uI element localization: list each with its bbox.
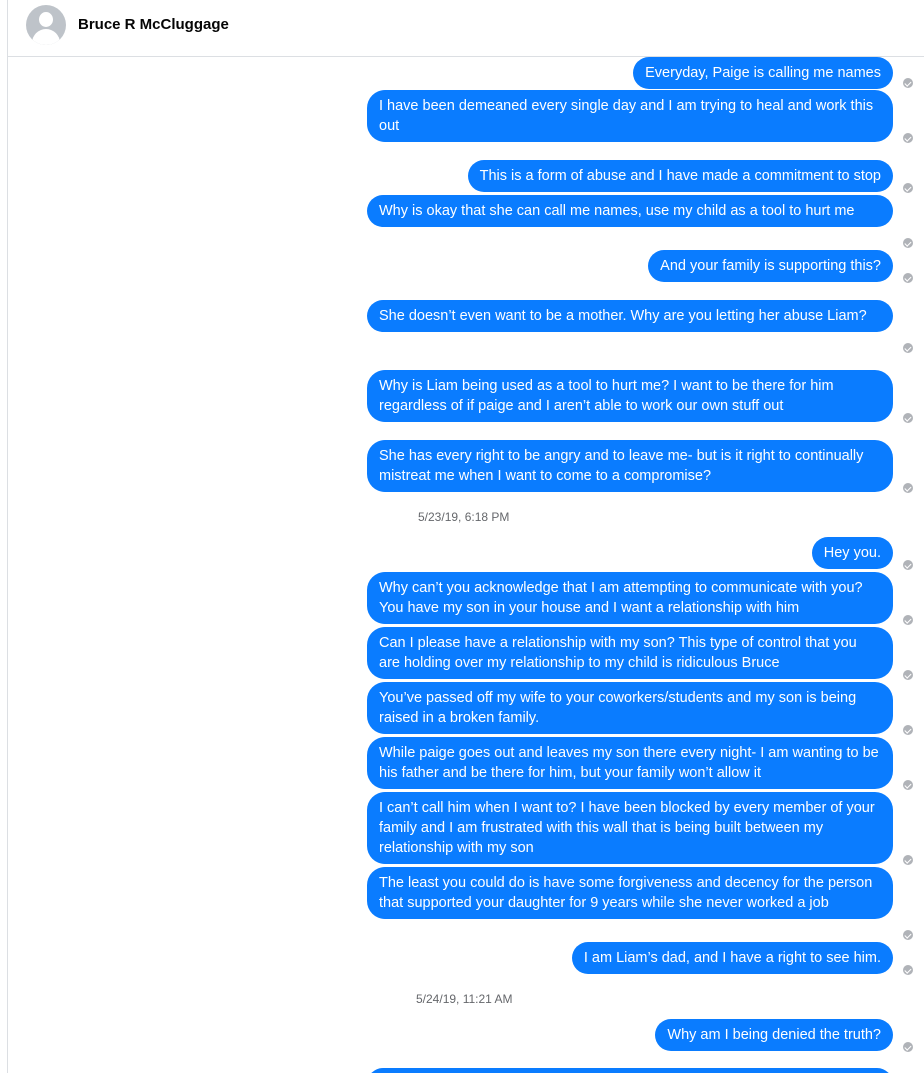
contact-name[interactable]: Bruce R McCluggage xyxy=(78,16,229,33)
seen-check-icon xyxy=(903,183,913,193)
seen-check-icon xyxy=(903,1042,913,1052)
seen-check-icon xyxy=(903,965,913,975)
message-bubble[interactable]: Why is okay that she can call me names, … xyxy=(367,195,893,227)
message-bubble[interactable]: Can I please have a relationship with my… xyxy=(367,627,893,679)
seen-check-icon xyxy=(903,725,913,735)
message-bubble[interactable]: Why am I being denied the truth? xyxy=(655,1019,893,1051)
seen-check-icon xyxy=(903,780,913,790)
seen-check-icon xyxy=(903,78,913,88)
conversation-header: Bruce R McCluggage xyxy=(8,0,924,57)
message-bubble[interactable]: Everyday, Paige is calling me names xyxy=(633,57,893,89)
seen-check-icon xyxy=(903,238,913,248)
message-bubble[interactable]: Hey you. xyxy=(811,537,893,569)
seen-check-icon xyxy=(903,670,913,680)
message-bubble[interactable]: While paige goes out and leaves my son t… xyxy=(367,737,893,789)
message-bubble[interactable]: She doesn’t even want to be a mother. Wh… xyxy=(367,300,893,332)
contact-avatar[interactable] xyxy=(26,5,66,45)
seen-check-icon xyxy=(903,133,913,143)
message-bubble-partial[interactable] xyxy=(367,1068,893,1073)
avatar-placeholder-icon xyxy=(39,12,53,27)
seen-check-icon xyxy=(903,615,913,625)
seen-check-icon xyxy=(903,930,913,940)
seen-check-icon xyxy=(903,273,913,283)
message-bubble[interactable]: This is a form of abuse and I have made … xyxy=(467,160,893,192)
seen-check-icon xyxy=(903,413,913,423)
message-bubble[interactable]: Why is Liam being used as a tool to hurt… xyxy=(367,370,893,422)
message-bubble[interactable]: She has every right to be angry and to l… xyxy=(367,440,893,492)
conversation-window: Bruce R McCluggage Everyday, Paige is ca… xyxy=(7,0,924,1073)
message-bubble[interactable]: And your family is supporting this? xyxy=(648,250,893,282)
seen-check-icon xyxy=(903,855,913,865)
seen-check-icon xyxy=(903,343,913,353)
message-thread[interactable]: Everyday, Paige is calling me names I ha… xyxy=(8,57,924,1073)
message-timestamp: 5/24/19, 11:21 AM xyxy=(416,992,513,1006)
message-bubble[interactable]: I have been demeaned every single day an… xyxy=(367,90,893,142)
message-bubble[interactable]: Why can’t you acknowledge that I am atte… xyxy=(367,572,893,624)
seen-check-icon xyxy=(903,560,913,570)
message-bubble[interactable]: I am Liam’s dad, and I have a right to s… xyxy=(571,942,893,974)
message-bubble[interactable]: You’ve passed off my wife to your cowork… xyxy=(367,682,893,734)
message-bubble[interactable]: I can’t call him when I want to? I have … xyxy=(367,792,893,864)
message-timestamp: 5/23/19, 6:18 PM xyxy=(418,510,510,524)
message-bubble[interactable]: The least you could do is have some forg… xyxy=(367,867,893,919)
seen-check-icon xyxy=(903,483,913,493)
